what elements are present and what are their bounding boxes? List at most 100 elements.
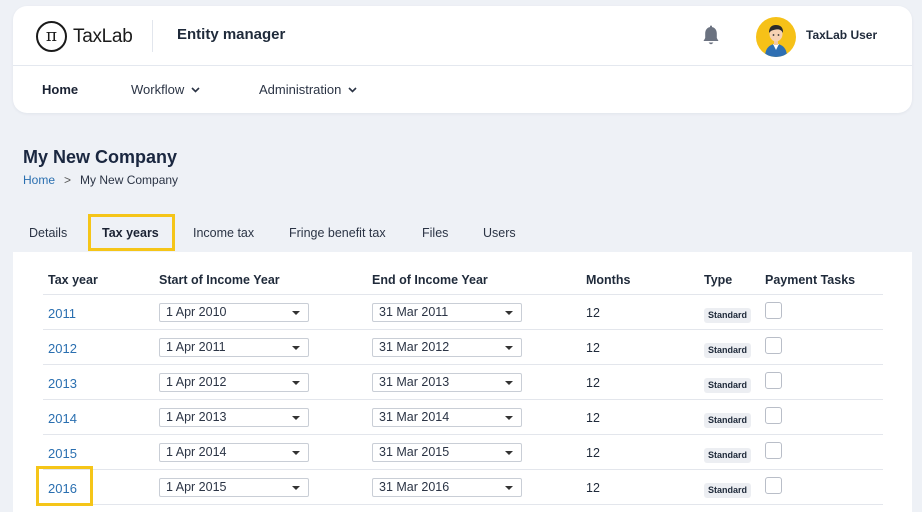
dropdown-arrow-icon [505,486,513,490]
chevron-down-icon [348,86,357,93]
nav-home[interactable]: Home [42,82,78,97]
nav-home-label: Home [42,82,79,97]
dropdown-arrow-icon [292,311,300,315]
dropdown-arrow-icon [292,381,300,385]
breadcrumb-separator: > [64,173,72,187]
type-badge: Standard [704,448,752,463]
nav-workflow-label: Workflow [131,82,185,97]
tax-year-link[interactable]: 2011 [48,306,76,321]
tax-year-link[interactable]: 2014 [48,411,77,426]
tax-year-2016-highlight [36,466,93,506]
col-payment-tasks: Payment Tasks [765,273,856,287]
tab-users[interactable]: Users [483,226,516,240]
user-avatar[interactable] [756,17,796,57]
select-value: 1 Apr 2011 [166,340,226,354]
table-row: 2014 1 Apr 2013 31 Mar 2014 12 Standard [43,400,883,435]
type-badge: Standard [704,343,752,358]
payment-task-checkbox[interactable] [765,477,782,494]
col-end-income-year: End of Income Year [372,273,488,287]
payment-task-checkbox[interactable] [765,442,782,459]
col-start-income-year: Start of Income Year [159,273,280,287]
end-income-year-select[interactable]: 31 Mar 2014 [372,408,522,427]
dropdown-arrow-icon [505,311,513,315]
end-income-year-select[interactable]: 31 Mar 2015 [372,443,522,462]
tab-details[interactable]: Details [29,226,67,240]
end-income-year-select[interactable]: 31 Mar 2011 [372,303,522,322]
select-value: 31 Mar 2011 [379,305,449,319]
start-income-year-select[interactable]: 1 Apr 2013 [159,408,309,427]
dropdown-arrow-icon [505,416,513,420]
breadcrumb-current: My New Company [80,173,179,187]
col-type: Type [704,273,733,287]
months-value: 12 [586,411,600,425]
select-value: 1 Apr 2012 [166,375,227,389]
dropdown-arrow-icon [292,486,300,490]
taxlab-logo[interactable]: π TaxLab [36,21,133,52]
payment-task-checkbox[interactable] [765,407,782,424]
tax-year-link[interactable]: 2013 [48,376,77,391]
select-value: 31 Mar 2013 [379,375,450,389]
nav-workflow[interactable]: Workflow [131,82,200,97]
end-income-year-select[interactable]: 31 Mar 2012 [372,338,522,357]
type-badge: Standard [704,413,752,428]
payment-task-checkbox[interactable] [765,337,782,354]
select-value: 31 Mar 2012 [379,340,450,354]
tax-year-link[interactable]: 2015 [48,446,77,461]
start-income-year-select[interactable]: 1 Apr 2015 [159,478,309,497]
table-row: 2015 1 Apr 2014 31 Mar 2015 12 Standard [43,435,883,470]
end-income-year-select[interactable]: 31 Mar 2013 [372,373,522,392]
start-income-year-select[interactable]: 1 Apr 2012 [159,373,309,392]
table-row: 2013 1 Apr 2012 31 Mar 2013 12 Standard [43,365,883,400]
tax-year-link[interactable]: 2012 [48,341,77,356]
start-income-year-select[interactable]: 1 Apr 2010 [159,303,309,322]
tab-tax-years-highlight [88,214,175,251]
col-tax-year: Tax year [48,273,98,287]
select-value: 1 Apr 2014 [166,445,227,459]
payment-task-checkbox[interactable] [765,372,782,389]
logo-pi-icon: π [36,21,67,52]
dropdown-arrow-icon [505,381,513,385]
entity-tabs: Details Tax years Income tax Fringe bene… [13,213,912,252]
dropdown-arrow-icon [292,346,300,350]
table-row: 2012 1 Apr 2011 31 Mar 2012 12 Standard [43,330,883,365]
payment-task-checkbox[interactable] [765,302,782,319]
main-nav: Home Workflow Administration [13,67,912,113]
months-value: 12 [586,306,600,320]
app-title: Entity manager [177,26,286,43]
col-months: Months [586,273,631,287]
nav-administration-label: Administration [259,82,342,97]
chevron-down-icon [191,86,200,93]
tab-fringe-benefit-tax[interactable]: Fringe benefit tax [289,226,386,240]
tax-years-table: Tax year Start of Income Year End of Inc… [13,252,912,512]
dropdown-arrow-icon [292,416,300,420]
start-income-year-select[interactable]: 1 Apr 2011 [159,338,309,357]
tab-files[interactable]: Files [422,226,448,240]
header-divider [152,20,153,52]
months-value: 12 [586,446,600,460]
top-bar: π TaxLab Entity manager TaxLab User [13,6,912,66]
end-income-year-select[interactable]: 31 Mar 2016 [372,478,522,497]
nav-administration[interactable]: Administration [259,82,357,97]
table-header: Tax year Start of Income Year End of Inc… [43,271,883,295]
dropdown-arrow-icon [505,451,513,455]
select-value: 1 Apr 2010 [166,305,227,319]
select-value: 1 Apr 2015 [166,480,227,494]
bell-icon[interactable] [701,25,721,47]
logo-text: TaxLab [73,25,133,47]
select-value: 31 Mar 2016 [379,480,450,494]
table-row: 2016 1 Apr 2015 31 Mar 2016 12 Standard [43,470,883,505]
user-name[interactable]: TaxLab User [806,28,877,42]
breadcrumb: Home > My New Company [23,173,178,187]
tab-income-tax[interactable]: Income tax [193,226,254,240]
type-badge: Standard [704,483,752,498]
start-income-year-select[interactable]: 1 Apr 2014 [159,443,309,462]
breadcrumb-home-link[interactable]: Home [23,173,55,187]
months-value: 12 [586,376,600,390]
dropdown-arrow-icon [292,451,300,455]
dropdown-arrow-icon [505,346,513,350]
type-badge: Standard [704,378,752,393]
type-badge: Standard [704,308,752,323]
select-value: 31 Mar 2014 [379,410,450,424]
user-avatar-icon [765,25,787,57]
header-card: π TaxLab Entity manager TaxLab User Home [13,6,912,113]
